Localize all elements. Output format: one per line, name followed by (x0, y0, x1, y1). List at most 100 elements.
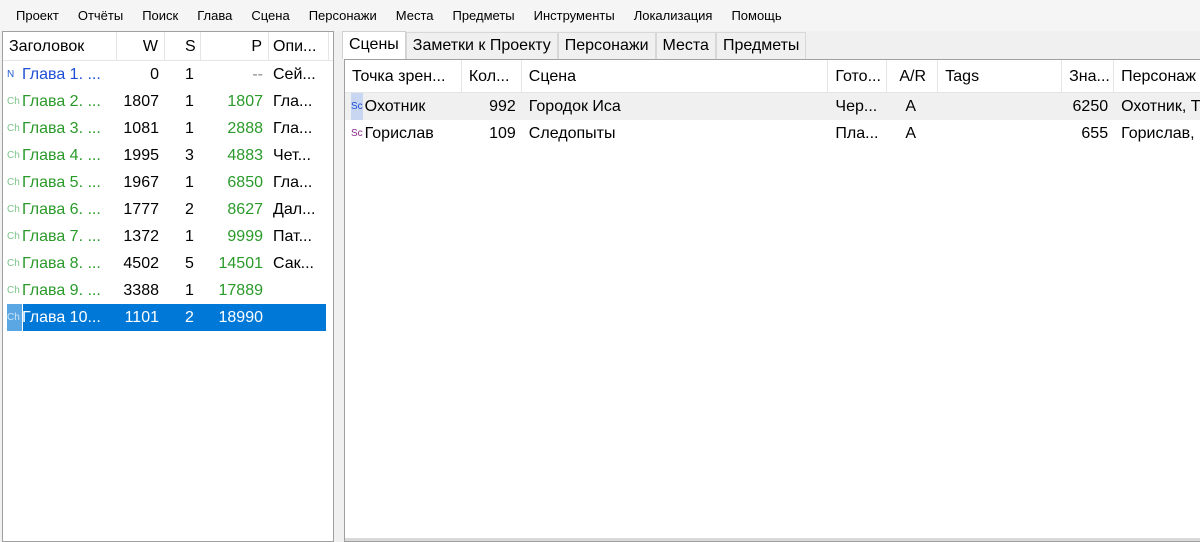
tree-row[interactable]: N Глава 1. ... 0 1 -- Сей... (3, 61, 333, 88)
scene-pov: Sc Охотник (345, 93, 462, 120)
scene-chars: 6250 (1072, 98, 1109, 115)
col-words-header[interactable]: W (117, 32, 165, 61)
tree-row[interactable]: Ch Глава 5. ... 1967 1 6850 Гла... (3, 169, 333, 196)
chapter-title: Глава 2. ... (22, 93, 101, 110)
scene-title: Следопыты (528, 125, 616, 142)
novel-icon: N (7, 69, 15, 80)
tree-row-title: N Глава 1. ... (3, 61, 117, 88)
word-count: 1967 (123, 174, 159, 191)
col-title-header[interactable]: Заголовок (3, 32, 117, 61)
scene-status: Чер... (835, 98, 878, 115)
col-tags-header[interactable]: Tags (938, 60, 1063, 93)
page-count: 1807 (227, 93, 263, 110)
tree-row-title: Ch Глава 5. ... (3, 169, 117, 196)
scene-word-count: 109 (489, 125, 516, 142)
chapter-title: Глава 8. ... (22, 255, 101, 272)
horizontal-scrollbar[interactable] (345, 538, 1200, 541)
menu-tools[interactable]: Инструменты (524, 5, 624, 27)
tree-row-title: Ch Глава 2. ... (3, 88, 117, 115)
chapter-icon: Ch (7, 123, 20, 134)
scene-count: 1 (185, 228, 194, 245)
tree-row[interactable]: Ch Глава 8. ... 4502 5 14501 Сак... (3, 250, 333, 277)
scenes-grid[interactable]: Точка зрен... Кол... Сцена Гото... A/R T… (344, 59, 1200, 542)
scene-icon: Sc (351, 128, 363, 139)
tree-row[interactable]: Ch Глава 7. ... 1372 1 9999 Пат... (3, 223, 333, 250)
page-count: 8627 (227, 201, 263, 218)
col-pages-header[interactable]: P (201, 32, 269, 61)
chapter-description: Чет... (273, 147, 311, 164)
menu-localization[interactable]: Локализация (624, 5, 722, 27)
col-desc-header[interactable]: Опи... (269, 32, 329, 61)
scene-icon: Sc (351, 93, 363, 120)
word-count: 1807 (123, 93, 159, 110)
scene-tags (938, 93, 1062, 120)
tab-scenes[interactable]: Сцены (342, 31, 406, 59)
tree-row-title: Ch Глава 6. ... (3, 196, 117, 223)
tree-header: Заголовок W S P Опи... (3, 32, 333, 61)
scene-count: 1 (185, 93, 194, 110)
scene-row[interactable]: Sc Горислав 109 Следопыты Пла... A 655 Горислав… (345, 120, 1200, 147)
scene-count: 3 (185, 147, 194, 164)
pov-name: Охотник (364, 98, 426, 115)
tree-row-title: Ch Глава 7. ... (3, 223, 117, 250)
scene-count: 1 (185, 282, 194, 299)
menu-chapter[interactable]: Глава (187, 5, 241, 27)
page-count: 2888 (227, 120, 263, 137)
tree-row[interactable]: Ch Глава 4. ... 1995 3 4883 Чет... (3, 142, 333, 169)
word-count: 1995 (123, 147, 159, 164)
col-ar-header[interactable]: A/R (887, 60, 939, 93)
tab-characters[interactable]: Персонажи (557, 32, 656, 59)
tab-locations[interactable]: Места (655, 32, 716, 59)
chapter-icon: Ch (7, 258, 20, 269)
col-chars-header[interactable]: Зна... (1062, 60, 1115, 93)
word-count: 1372 (123, 228, 159, 245)
tree-row[interactable]: Ch Глава 10... 1101 2 18990 (3, 304, 333, 331)
menu-help[interactable]: Помощь (721, 5, 790, 27)
col-ready-header[interactable]: Гото... (828, 60, 888, 93)
chapter-icon: Ch (7, 231, 20, 242)
chapter-tree[interactable]: Заголовок W S P Опи... N Глава 1. ... 0 1 --… (2, 31, 334, 542)
col-pov-header[interactable]: Точка зрен... (345, 60, 462, 93)
scene-title: Городок Иса (528, 98, 621, 115)
menu-characters[interactable]: Персонажи (299, 5, 386, 27)
tree-row[interactable]: Ch Глава 3. ... 1081 1 2888 Гла... (3, 115, 333, 142)
menu-scene[interactable]: Сцена (241, 5, 298, 27)
scene-status: Пла... (835, 125, 879, 142)
col-count-header[interactable]: Кол... (462, 60, 522, 93)
scene-chars: 655 (1081, 125, 1109, 142)
tree-row-title: Ch Глава 10... (3, 304, 117, 331)
chapter-title: Глава 3. ... (22, 120, 101, 137)
pov-name: Горислав (364, 125, 434, 142)
page-count: 18990 (218, 309, 264, 326)
scene-row[interactable]: Sc Охотник 992 Городок Иса Чер... A 6250 Охотни… (345, 93, 1200, 120)
menu-locations[interactable]: Места (386, 5, 443, 27)
tree-row[interactable]: Ch Глава 9. ... 3388 1 17889 (3, 277, 333, 304)
col-persons-header[interactable]: Персонаж (1114, 60, 1200, 93)
menu-reports[interactable]: Отчёты (68, 5, 132, 27)
tree-row-title: Ch Глава 9. ... (3, 277, 117, 304)
chapter-description (269, 277, 329, 304)
tree-row[interactable]: Ch Глава 2. ... 1807 1 1807 Гла... (3, 88, 333, 115)
page-count: 14501 (218, 255, 264, 272)
page-count: 17889 (218, 282, 264, 299)
chapter-description: Гла... (273, 120, 313, 137)
scene-count: 1 (185, 174, 194, 191)
scene-persons: Горислав, (1121, 125, 1195, 142)
grid-body: Sc Охотник 992 Городок Иса Чер... A 6250 Охотни… (345, 93, 1200, 147)
tab-items[interactable]: Предметы (715, 32, 807, 59)
chapter-title: Глава 6. ... (22, 201, 101, 218)
menu-items[interactable]: Предметы (442, 5, 523, 27)
word-count: 1101 (124, 309, 159, 326)
menu-search[interactable]: Поиск (132, 5, 187, 27)
chapter-description (269, 304, 329, 331)
col-scenes-header[interactable]: S (165, 32, 201, 61)
word-count: 0 (150, 66, 159, 83)
scene-count: 1 (185, 120, 194, 137)
tree-row[interactable]: Ch Глава 6. ... 1777 2 8627 Дал... (3, 196, 333, 223)
menu-project[interactable]: Проект (6, 5, 68, 27)
chapter-title: Глава 7. ... (22, 228, 101, 245)
panel-splitter[interactable] (334, 31, 343, 542)
tab-project-notes[interactable]: Заметки к Проекту (405, 32, 558, 59)
menu-bar: Проект Отчёты Поиск Глава Сцена Персонаж… (0, 0, 1200, 31)
col-scene-header[interactable]: Сцена (522, 60, 829, 93)
